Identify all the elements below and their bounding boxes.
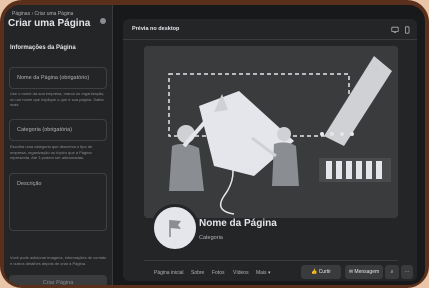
description-field[interactable]: Descrição <box>9 173 107 231</box>
nav-home[interactable]: Página inicial <box>154 270 183 276</box>
nav-videos[interactable]: Vídeos <box>233 270 249 276</box>
message-button-label: Mensagem <box>354 269 380 275</box>
search-icon: ⌕ <box>390 269 394 275</box>
device-frame: Páginas › Criar uma Página Criar uma Pág… <box>0 0 429 288</box>
desktop-preview: Prévia no desktop Nome da Página Categor… <box>123 19 417 281</box>
breadcrumb[interactable]: Páginas › Criar uma Página <box>12 11 73 17</box>
search-button[interactable]: ⌕ <box>385 265 399 279</box>
preview-label: Prévia no desktop <box>132 26 180 32</box>
more-button[interactable]: ⋯ <box>401 265 413 279</box>
preview-header: Prévia no desktop <box>123 19 417 40</box>
page-title: Criar uma Página <box>8 18 91 29</box>
category-field[interactable]: Categoria (obrigatória) <box>9 119 107 141</box>
nav-about[interactable]: Sobre <box>191 270 204 276</box>
page-category: Categoria <box>199 235 223 241</box>
info-icon[interactable] <box>100 18 106 24</box>
page-name-placeholder: Nome da Página (obrigatório) <box>17 75 90 81</box>
page-name: Nome da Página <box>199 218 277 229</box>
flag-icon <box>169 220 181 237</box>
page-name-helper: Use o nome da sua empresa, marca ou orga… <box>10 91 105 107</box>
divider <box>144 260 398 261</box>
cover-photo[interactable] <box>144 46 398 218</box>
category-placeholder: Categoria (obrigatória) <box>17 127 73 133</box>
section-title: Informações da Página <box>10 45 76 51</box>
nav-photos[interactable]: Fotos <box>212 270 225 276</box>
like-button-label: Curtir <box>318 269 331 275</box>
like-icon: 👍 <box>311 269 318 275</box>
bottom-helper: Você pode adicionar imagens, informações… <box>10 255 107 266</box>
desktop-icon[interactable] <box>391 26 399 34</box>
like-button[interactable]: 👍 Curtir <box>301 265 341 279</box>
description-placeholder: Descrição <box>17 181 42 187</box>
app-window: Páginas › Criar uma Página Criar uma Pág… <box>4 5 425 285</box>
cover-illustration <box>144 46 398 218</box>
messenger-icon: ✉ <box>348 269 354 275</box>
profile-picture[interactable] <box>151 204 199 252</box>
page-name-field[interactable]: Nome da Página (obrigatório) <box>9 67 107 89</box>
more-icon: ⋯ <box>404 269 410 275</box>
create-page-button[interactable]: Criar Página <box>9 275 107 285</box>
category-helper: Escolha uma categoria que descreva o tip… <box>10 144 93 160</box>
nav-more[interactable]: Mais ▾ <box>256 270 270 276</box>
mobile-icon[interactable] <box>403 26 411 34</box>
message-button[interactable]: ✉ Mensagem <box>345 265 383 279</box>
create-page-sidebar: Páginas › Criar uma Página Criar uma Pág… <box>4 5 113 285</box>
